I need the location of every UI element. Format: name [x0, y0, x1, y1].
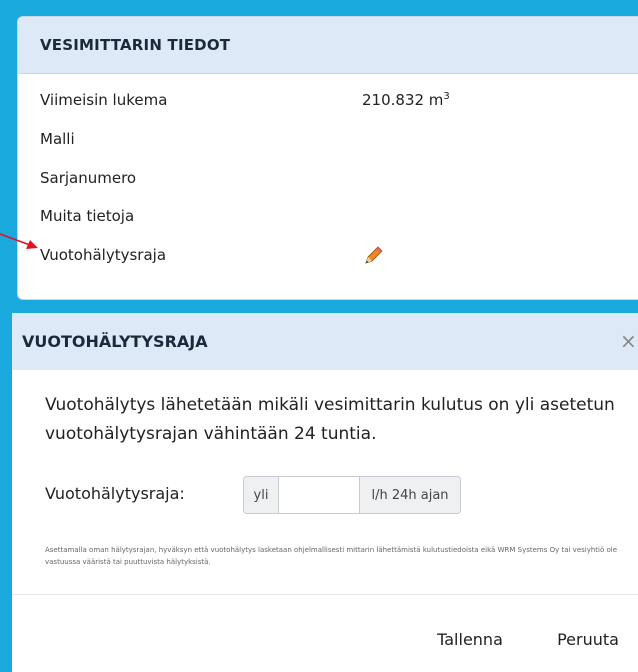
unit-superscript: 3: [443, 91, 450, 102]
footer-divider: [12, 594, 638, 595]
input-prefix: yli: [244, 477, 279, 513]
leak-limit-input[interactable]: [279, 477, 359, 513]
last-reading-value: 210.832 m3: [362, 88, 450, 112]
modal-description: Vuotohälytys lähetetään mikäli vesimitta…: [45, 395, 615, 444]
row-label-last-reading: Viimeisin lukema: [40, 91, 168, 109]
red-arrow-icon: [0, 233, 38, 249]
input-suffix: l/h 24h ajan: [359, 477, 460, 513]
meter-info-panel: VESIMITTARIN TIEDOT Viimeisin lukema 210…: [17, 16, 638, 300]
modal-title: VUOTOHÄLYTYSRAJA: [22, 332, 208, 351]
meter-info-title: VESIMITTARIN TIEDOT: [18, 17, 638, 74]
last-reading-number: 210.832 m: [362, 91, 444, 109]
row-label-serial: Sarjanumero: [40, 169, 137, 187]
disclaimer-text: Asettamalla oman hälytysrajan, hyväksyn …: [45, 546, 618, 566]
leak-limit-label: Vuotohälytysraja:: [45, 484, 185, 503]
leak-limit-modal: VUOTOHÄLYTYSRAJA × Vuotohälytys lähetetä…: [12, 313, 638, 672]
leak-limit-input-group: yli l/h 24h ajan: [243, 476, 461, 514]
close-icon[interactable]: ×: [620, 329, 637, 353]
pencil-icon[interactable]: [362, 245, 384, 267]
row-label-other-info: Muita tietoja: [40, 207, 135, 225]
save-button[interactable]: Tallenna: [415, 619, 525, 659]
modal-header: VUOTOHÄLYTYSRAJA: [12, 313, 638, 370]
row-label-model: Malli: [40, 130, 75, 148]
row-label-leak-limit: Vuotohälytysraja: [40, 246, 167, 264]
cancel-button[interactable]: Peruuta: [540, 619, 636, 659]
